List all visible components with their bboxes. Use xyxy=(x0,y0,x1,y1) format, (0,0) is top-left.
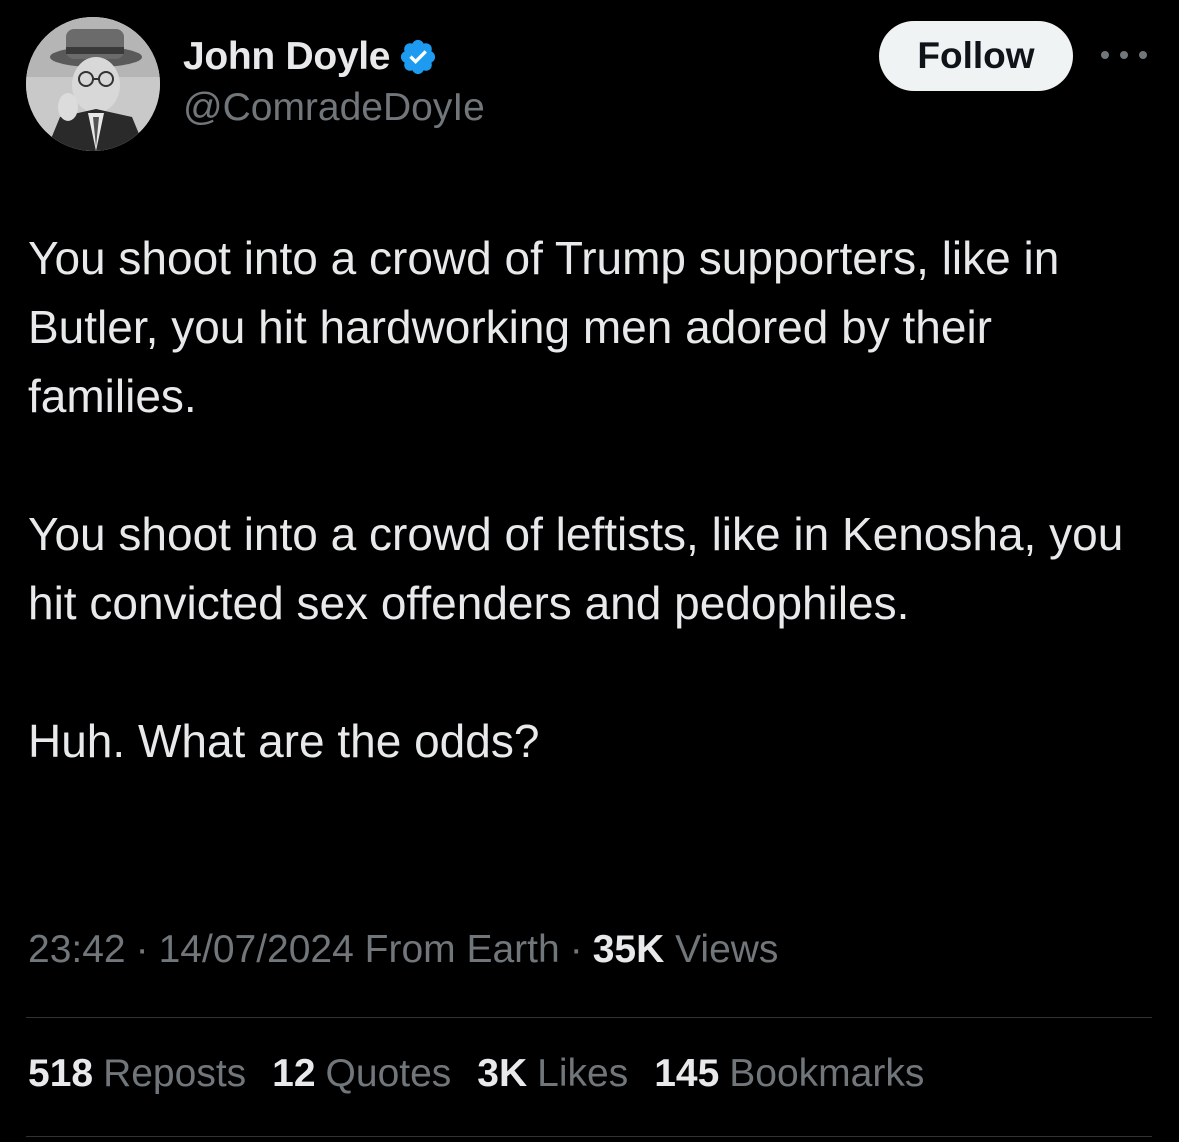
views-count[interactable]: 35K xyxy=(593,928,665,971)
more-horizontal-icon[interactable] xyxy=(1101,40,1147,70)
author-name[interactable]: John Doyle xyxy=(183,35,391,79)
tweet-paragraph: You shoot into a crowd of Trump supporte… xyxy=(28,232,1060,422)
divider xyxy=(26,1017,1152,1018)
tweet-paragraph: You shoot into a crowd of leftists, like… xyxy=(28,508,1124,629)
bookmarks-stat[interactable]: 145 Bookmarks xyxy=(654,1052,924,1096)
tweet-text: You shoot into a crowd of Trump supporte… xyxy=(28,224,1158,776)
quotes-stat[interactable]: 12 Quotes xyxy=(272,1052,451,1096)
more-dot xyxy=(1139,51,1147,59)
quotes-count: 12 xyxy=(272,1052,316,1095)
meta-separator: · xyxy=(569,928,583,971)
reposts-stat[interactable]: 518 Reposts xyxy=(28,1052,246,1096)
verified-badge-icon[interactable] xyxy=(398,37,438,77)
more-dot xyxy=(1101,51,1109,59)
meta-separator: · xyxy=(135,928,149,971)
views-label[interactable]: Views xyxy=(675,928,778,971)
reposts-label: Reposts xyxy=(103,1052,247,1095)
tweet-source: From Earth xyxy=(364,928,560,971)
author-handle[interactable]: @ComradeDoyIe xyxy=(183,86,485,130)
likes-label: Likes xyxy=(537,1052,629,1095)
likes-count: 3K xyxy=(477,1052,528,1095)
tweet-date[interactable]: 14/07/2024 xyxy=(159,928,354,971)
tweet-detail: John Doyle @ComradeDoyIe Follow You shoo… xyxy=(0,0,1179,1142)
follow-button[interactable]: Follow xyxy=(879,21,1073,91)
reposts-count: 518 xyxy=(28,1052,94,1095)
tweet-meta: 23:42 · 14/07/2024 From Earth · 35K Views xyxy=(28,928,778,972)
bookmarks-count: 145 xyxy=(654,1052,720,1095)
tweet-paragraph: Huh. What are the odds? xyxy=(28,715,540,767)
bookmarks-label: Bookmarks xyxy=(729,1052,925,1095)
divider xyxy=(26,1136,1152,1137)
author-name-row[interactable]: John Doyle xyxy=(183,34,438,80)
avatar[interactable] xyxy=(26,17,160,151)
tweet-time[interactable]: 23:42 xyxy=(28,928,126,971)
likes-stat[interactable]: 3K Likes xyxy=(477,1052,628,1096)
avatar-photo xyxy=(26,17,160,151)
quotes-label: Quotes xyxy=(325,1052,452,1095)
more-dot xyxy=(1120,51,1128,59)
engagement-stats: 518 Reposts 12 Quotes 3K Likes 145 Bookmarks xyxy=(28,1052,950,1096)
